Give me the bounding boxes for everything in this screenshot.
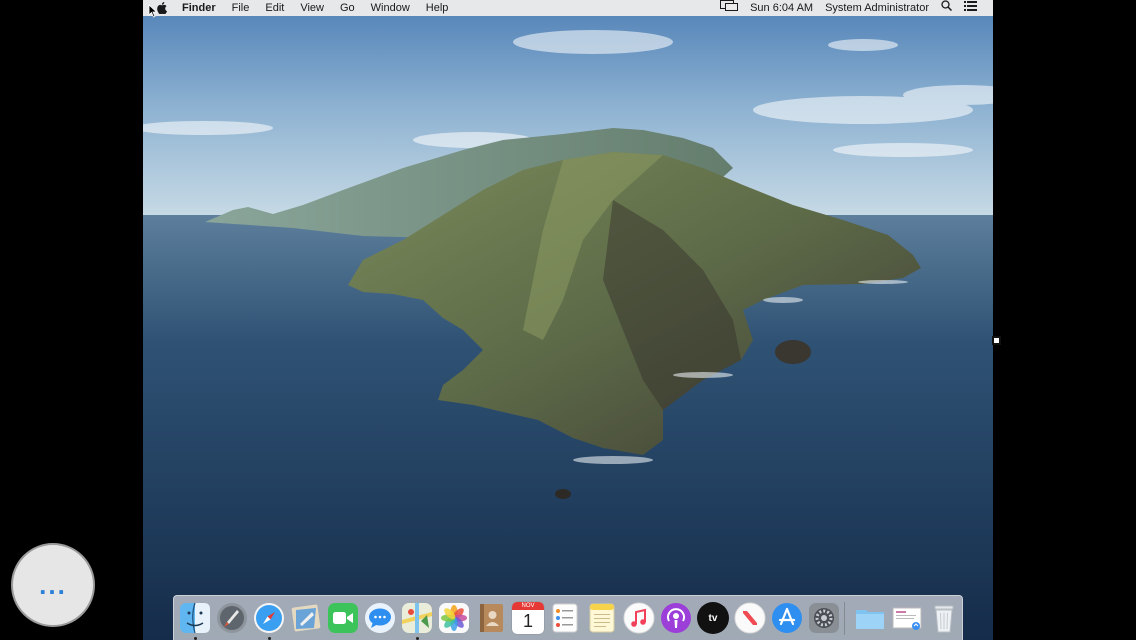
more-options-button[interactable]: ... bbox=[11, 543, 95, 627]
calendar-month: NOV bbox=[512, 602, 544, 610]
photos-icon[interactable] bbox=[438, 602, 470, 634]
notes-icon[interactable] bbox=[586, 602, 618, 634]
safari-icon[interactable] bbox=[253, 602, 285, 634]
tv-label: tv bbox=[708, 612, 718, 624]
app-store-icon[interactable] bbox=[771, 602, 803, 634]
menubar-clock[interactable]: Sun 6:04 AM bbox=[744, 0, 819, 16]
desktop-wallpaper bbox=[143, 0, 993, 640]
notification-center-icon[interactable] bbox=[958, 0, 983, 16]
menu-view[interactable]: View bbox=[292, 0, 332, 16]
spotlight-search-icon[interactable] bbox=[935, 0, 958, 16]
reminders-icon[interactable] bbox=[549, 602, 581, 634]
tv-icon[interactable]: tv bbox=[697, 602, 729, 634]
dock: NOV 1 tv bbox=[173, 595, 963, 640]
menubar-user-name[interactable]: System Administrator bbox=[819, 0, 935, 16]
mouse-cursor-icon bbox=[148, 4, 158, 18]
document-preview-icon[interactable] bbox=[891, 602, 923, 634]
system-preferences-icon[interactable] bbox=[808, 602, 840, 634]
calendar-day: 1 bbox=[522, 611, 533, 631]
menu-file[interactable]: File bbox=[224, 0, 258, 16]
dock-separator bbox=[844, 602, 845, 635]
display-mirroring-icon[interactable] bbox=[714, 0, 744, 16]
maps-icon[interactable] bbox=[401, 602, 433, 634]
desktop-screen: Finder File Edit View Go Window Help Sun… bbox=[143, 0, 993, 640]
menu-go[interactable]: Go bbox=[332, 0, 363, 16]
window-resize-handle[interactable] bbox=[992, 336, 1001, 345]
facetime-icon[interactable] bbox=[327, 602, 359, 634]
trash-icon[interactable] bbox=[928, 602, 960, 634]
menu-bar: Finder File Edit View Go Window Help Sun… bbox=[143, 0, 993, 16]
menu-window[interactable]: Window bbox=[363, 0, 418, 16]
messages-icon[interactable] bbox=[364, 602, 396, 634]
podcasts-icon[interactable] bbox=[660, 602, 692, 634]
menu-help[interactable]: Help bbox=[418, 0, 457, 16]
launchpad-icon[interactable] bbox=[216, 602, 248, 634]
mail-icon[interactable] bbox=[290, 602, 322, 634]
downloads-folder-icon[interactable] bbox=[854, 602, 886, 634]
music-icon[interactable] bbox=[623, 602, 655, 634]
news-icon[interactable] bbox=[734, 602, 766, 634]
menu-edit[interactable]: Edit bbox=[257, 0, 292, 16]
calendar-icon[interactable]: NOV 1 bbox=[512, 602, 544, 634]
contacts-icon[interactable] bbox=[475, 602, 507, 634]
finder-icon[interactable] bbox=[179, 602, 211, 634]
app-menu-finder[interactable]: Finder bbox=[174, 0, 224, 16]
